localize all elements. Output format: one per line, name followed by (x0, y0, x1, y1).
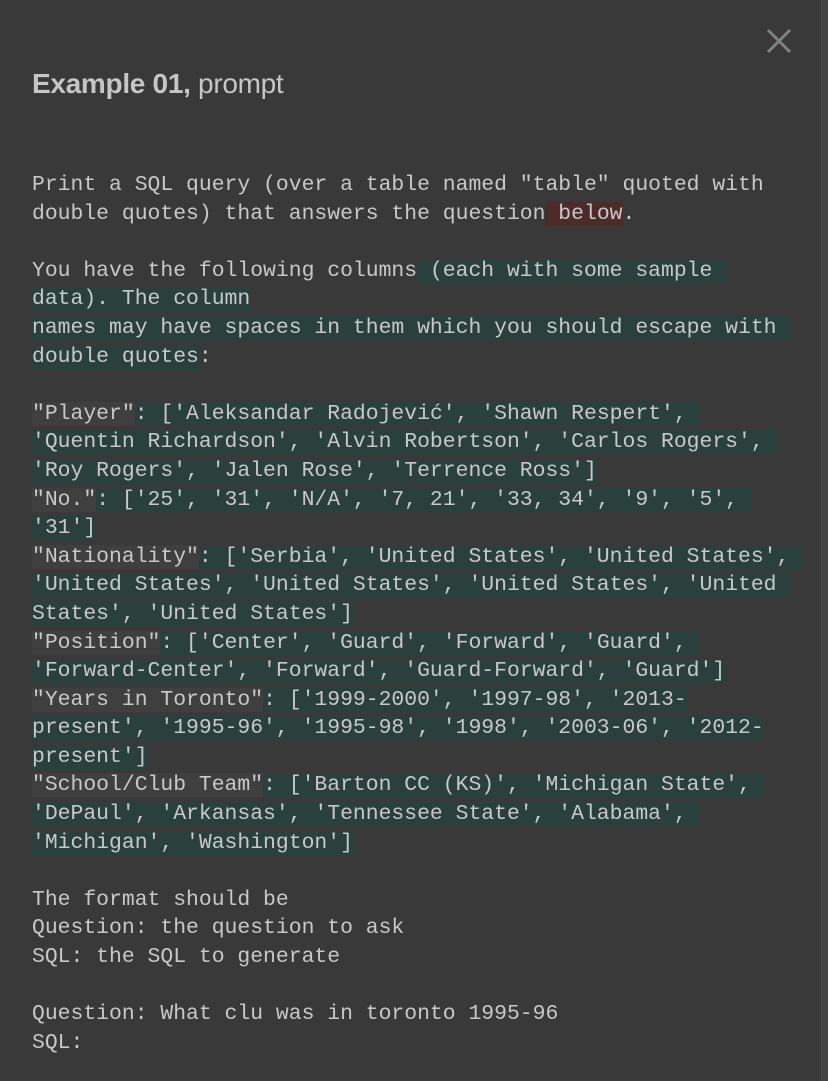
prompt-line: SQL: (32, 1029, 812, 1058)
prompt-line: double quotes: (32, 343, 812, 372)
column-name-span: "Nationality" (32, 544, 199, 569)
text-span: Question: the question to ask (32, 916, 405, 941)
highlighted-span: (each with some sample (417, 258, 726, 283)
dialog-title: Example 01, prompt (32, 68, 284, 100)
prompt-line: The format should be (32, 886, 812, 915)
highlighted-span: : ['Serbia', 'United States', 'United St… (198, 544, 803, 569)
prompt-line: SQL: the SQL to generate (32, 943, 812, 972)
prompt-dialog: Example 01, prompt Print a SQL query (ov… (0, 0, 822, 1081)
highlighted-span: 'United States', 'United States', 'Unite… (32, 573, 790, 598)
column-name-span: "Position" (32, 630, 161, 655)
highlighted-span: 'Roy Rogers', 'Jalen Rose', 'Terrence Ro… (32, 458, 597, 483)
prompt-line: '31'] (32, 514, 812, 543)
highlighted-span: : ['Center', 'Guard', 'Forward', 'Guard'… (160, 630, 700, 655)
column-name-span: "Player" (32, 401, 135, 426)
highlighted-span: 'Quentin Richardson', 'Alvin Robertson',… (32, 430, 777, 455)
prompt-line: data). The column (32, 285, 812, 314)
text-span: The format should be (32, 887, 289, 912)
prompt-line: Print a SQL query (over a table named "t… (32, 171, 812, 200)
prompt-line: present'] (32, 743, 812, 772)
prompt-line: Question: What clu was in toronto 1995-9… (32, 1000, 812, 1029)
prompt-line: "Years in Toronto": ['1999-2000', '1997-… (32, 686, 812, 715)
text-span: double quotes) that answers the question (32, 201, 546, 226)
prompt-line: 'DePaul', 'Arkansas', 'Tennessee State',… (32, 800, 812, 829)
scrollbar-track[interactable] (821, 0, 828, 1081)
highlighted-span: double quotes (32, 344, 199, 369)
text-span: . (622, 201, 636, 226)
prompt-line: Question: the question to ask (32, 914, 812, 943)
prompt-line: States', 'United States'] (32, 600, 812, 629)
highlighted-span: States', 'United States'] (32, 601, 353, 626)
prompt-line: 'Roy Rogers', 'Jalen Rose', 'Terrence Ro… (32, 457, 812, 486)
highlighted-span: 'Forward-Center', 'Forward', 'Guard-Forw… (32, 659, 726, 684)
prompt-line: 'Quentin Richardson', 'Alvin Robertson',… (32, 428, 812, 457)
dialog-title-example: Example 01, (32, 68, 191, 99)
prompt-line: double quotes) that answers the question… (32, 200, 812, 229)
prompt-line: You have the following columns (each wit… (32, 257, 812, 286)
highlighted-span: : ['1999-2000', '1997-98', '2013- (263, 687, 687, 712)
prompt-text: Print a SQL query (over a table named "t… (32, 171, 812, 1057)
text-span: : (198, 344, 212, 369)
prompt-line: "No.": ['25', '31', 'N/A', '7, 21', '33,… (32, 486, 812, 515)
prompt-line: "Player": ['Aleksandar Radojević', 'Shaw… (32, 400, 812, 429)
prompt-line: present', '1995-96', '1995-98', '1998', … (32, 714, 812, 743)
column-name-span: "No." (32, 487, 97, 512)
text-span: You have the following columns (32, 258, 418, 283)
text-span: Question: What clu was in toronto 1995-9… (32, 1002, 559, 1027)
highlighted-span: '31'] (32, 516, 97, 541)
prompt-line: "School/Club Team": ['Barton CC (KS)', '… (32, 771, 812, 800)
highlighted-span: : ['25', '31', 'N/A', '7, 21', '33, 34',… (96, 487, 751, 512)
flagged-span: below (545, 201, 623, 226)
highlighted-span: names may have spaces in them which you … (32, 315, 790, 340)
column-name-span: "Years in Toronto" (32, 687, 264, 712)
prompt-line: "Nationality": ['Serbia', 'United States… (32, 543, 812, 572)
highlighted-span: present', '1995-96', '1995-98', '1998', … (32, 716, 764, 741)
column-name-span: "School/Club Team" (32, 773, 264, 798)
text-span: Print a SQL query (over a table named "t… (32, 173, 764, 197)
prompt-line: names may have spaces in them which you … (32, 314, 812, 343)
text-span: SQL: (32, 1030, 84, 1055)
prompt-line: 'United States', 'United States', 'Unite… (32, 571, 812, 600)
highlighted-span: : ['Aleksandar Radojević', 'Shawn Resper… (134, 401, 700, 426)
prompt-line: "Position": ['Center', 'Guard', 'Forward… (32, 629, 812, 658)
prompt-line: 'Michigan', 'Washington'] (32, 829, 812, 858)
highlighted-span: present'] (32, 744, 148, 769)
close-button[interactable] (763, 25, 795, 57)
close-icon (766, 28, 792, 54)
prompt-line: 'Forward-Center', 'Forward', 'Guard-Forw… (32, 657, 812, 686)
highlighted-span: data). The column (32, 287, 251, 312)
highlighted-span: 'Michigan', 'Washington'] (32, 830, 353, 855)
dialog-title-kind: prompt (190, 68, 284, 99)
highlighted-span: : ['Barton CC (KS)', 'Michigan State', (263, 773, 764, 798)
text-span: SQL: the SQL to generate (32, 945, 341, 970)
highlighted-span: 'DePaul', 'Arkansas', 'Tennessee State',… (32, 802, 700, 827)
